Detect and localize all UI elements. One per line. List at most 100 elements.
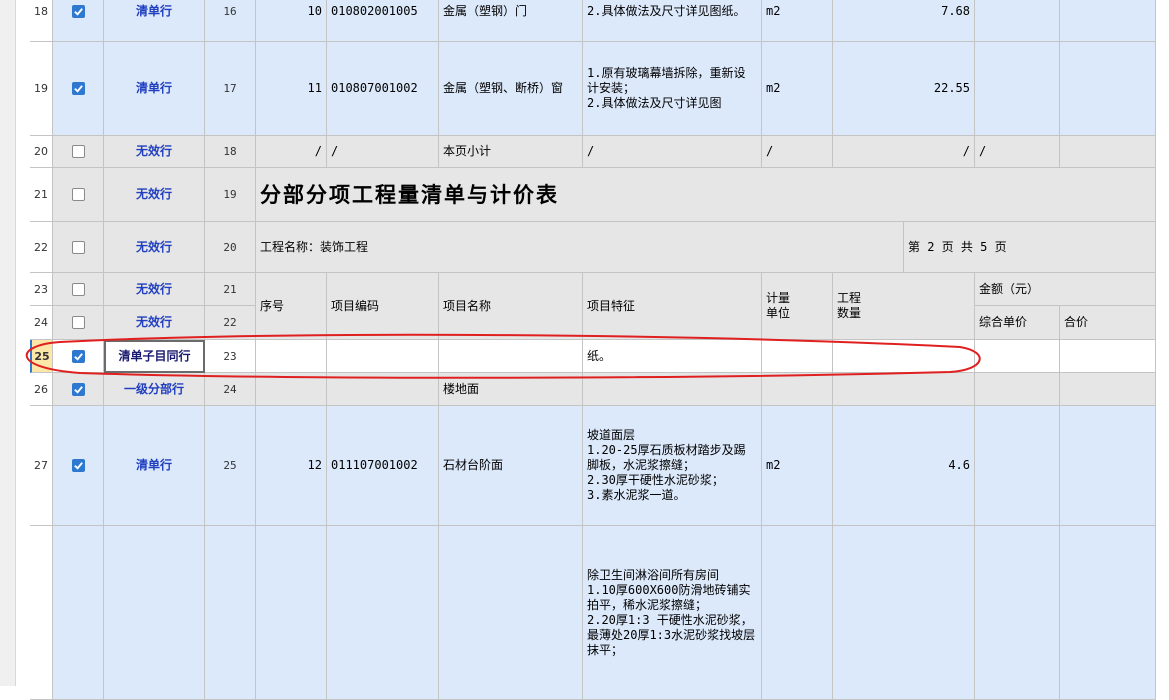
row-number[interactable]: 27 [30, 406, 53, 526]
unit-price-cell[interactable]: / [975, 136, 1060, 168]
checkbox-cell[interactable] [53, 222, 104, 273]
unit-price-cell[interactable] [975, 0, 1060, 42]
seq-cell[interactable]: 10 [256, 0, 327, 42]
qty-cell[interactable]: 22.55 [833, 42, 975, 136]
feature-cell[interactable]: 除卫生间淋浴间所有房间 1.10厚600X600防滑地砖铺实拍平，稀水泥浆擦缝；… [583, 526, 762, 700]
row-checkbox[interactable] [71, 188, 85, 201]
unit-cell[interactable]: m2 [762, 406, 833, 526]
checkbox-cell[interactable] [53, 273, 104, 306]
sheet-title: 分部分项工程量清单与计价表 [256, 168, 1156, 222]
row-type-cell[interactable]: 清单子目同行 [104, 340, 205, 373]
code-cell[interactable]: 010802001005 [327, 0, 439, 42]
seq-cell[interactable] [256, 373, 327, 406]
unit-price-cell[interactable] [975, 42, 1060, 136]
unit-price-cell[interactable] [975, 406, 1060, 526]
checkbox-cell[interactable] [53, 526, 104, 700]
total-cell[interactable] [1060, 406, 1156, 526]
row-type-cell[interactable]: 清单行 [104, 42, 205, 136]
feature-cell[interactable]: 2.具体做法及尺寸详见图纸。 [583, 0, 762, 42]
name-cell[interactable] [439, 340, 583, 373]
row-type-cell[interactable]: 清单行 [104, 0, 205, 42]
unit-cell[interactable]: m2 [762, 42, 833, 136]
row-number[interactable]: 19 [30, 42, 53, 136]
row-checkbox[interactable] [71, 459, 85, 472]
name-cell[interactable]: 楼地面 [439, 373, 583, 406]
row-number[interactable]: 22 [30, 222, 53, 273]
row-number[interactable] [30, 526, 53, 700]
row-number[interactable]: 23 [30, 273, 53, 306]
qty-cell[interactable] [833, 340, 975, 373]
row-type-cell[interactable]: 无效行 [104, 168, 205, 222]
total-cell[interactable] [1060, 0, 1156, 42]
row-number[interactable]: 21 [30, 168, 53, 222]
checkbox-cell[interactable] [53, 340, 104, 373]
seq-cell[interactable] [256, 526, 327, 700]
row-checkbox[interactable] [71, 349, 85, 363]
code-cell[interactable]: / [327, 136, 439, 168]
name-cell[interactable]: 金属（塑钢）门 [439, 0, 583, 42]
row-type-cell[interactable]: 清单行 [104, 406, 205, 526]
qty-cell[interactable]: 4.6 [833, 406, 975, 526]
feature-cell[interactable]: 坡道面层 1.20-25厚石质板材踏步及踢脚板，水泥浆擦缝； 2.30厚干硬性水… [583, 406, 762, 526]
name-cell[interactable]: 石材台阶面 [439, 406, 583, 526]
row-number[interactable]: 20 [30, 136, 53, 168]
checkbox-cell[interactable] [53, 136, 104, 168]
unit-price-cell[interactable] [975, 373, 1060, 406]
unit-cell[interactable] [762, 340, 833, 373]
feature-cell[interactable] [583, 373, 762, 406]
code-cell[interactable] [327, 340, 439, 373]
row-number[interactable]: 26 [30, 373, 53, 406]
row-checkbox[interactable] [71, 240, 85, 254]
row-type-cell[interactable] [104, 526, 205, 700]
row-type-cell[interactable]: 一级分部行 [104, 373, 205, 406]
feature-cell[interactable]: / [583, 136, 762, 168]
qty-cell[interactable] [833, 373, 975, 406]
row-checkbox[interactable] [71, 282, 85, 296]
unit-cell[interactable]: m2 [762, 0, 833, 42]
feature-cell[interactable]: 1.原有玻璃幕墙拆除，重新设计安装； 2.具体做法及尺寸详见图 [583, 42, 762, 136]
row-number[interactable]: 24 [30, 306, 53, 340]
row-checkbox[interactable] [71, 316, 85, 329]
checkbox-cell[interactable] [53, 306, 104, 340]
row-checkbox[interactable] [71, 382, 85, 396]
code-cell[interactable]: 010807001002 [327, 42, 439, 136]
unit-cell[interactable] [762, 526, 833, 700]
row-type-cell[interactable]: 无效行 [104, 273, 205, 306]
checkbox-cell[interactable] [53, 0, 104, 42]
unit-cell[interactable] [762, 373, 833, 406]
code-cell[interactable] [327, 526, 439, 700]
total-cell[interactable] [1060, 526, 1156, 700]
code-cell[interactable] [327, 373, 439, 406]
total-cell[interactable] [1060, 136, 1156, 168]
seq-cell[interactable]: 11 [256, 42, 327, 136]
checkbox-cell[interactable] [53, 373, 104, 406]
qty-cell[interactable]: 7.68 [833, 0, 975, 42]
qty-cell[interactable] [833, 526, 975, 700]
code-cell[interactable]: 011107001002 [327, 406, 439, 526]
row-checkbox[interactable] [71, 145, 85, 158]
total-cell[interactable] [1060, 373, 1156, 406]
seq-cell[interactable] [256, 340, 327, 373]
qty-cell[interactable]: / [833, 136, 975, 168]
checkbox-cell[interactable] [53, 168, 104, 222]
row-type-cell[interactable]: 无效行 [104, 136, 205, 168]
row-checkbox[interactable] [71, 82, 85, 95]
row-type-cell[interactable]: 无效行 [104, 306, 205, 340]
row-type-cell[interactable]: 无效行 [104, 222, 205, 273]
checkbox-cell[interactable] [53, 406, 104, 526]
unit-cell[interactable]: / [762, 136, 833, 168]
checkbox-cell[interactable] [53, 42, 104, 136]
unit-price-cell[interactable] [975, 526, 1060, 700]
name-cell[interactable] [439, 526, 583, 700]
total-cell[interactable] [1060, 42, 1156, 136]
row-number[interactable]: 25 [30, 340, 53, 373]
row-checkbox[interactable] [71, 5, 85, 18]
total-cell[interactable] [1060, 340, 1156, 373]
seq-cell[interactable]: / [256, 136, 327, 168]
seq-cell[interactable]: 12 [256, 406, 327, 526]
row-number[interactable]: 18 [30, 0, 53, 42]
unit-price-cell[interactable] [975, 340, 1060, 373]
feature-cell[interactable]: 纸。 [583, 340, 762, 373]
name-cell[interactable]: 金属（塑钢、断桥）窗 [439, 42, 583, 136]
name-cell[interactable]: 本页小计 [439, 136, 583, 168]
